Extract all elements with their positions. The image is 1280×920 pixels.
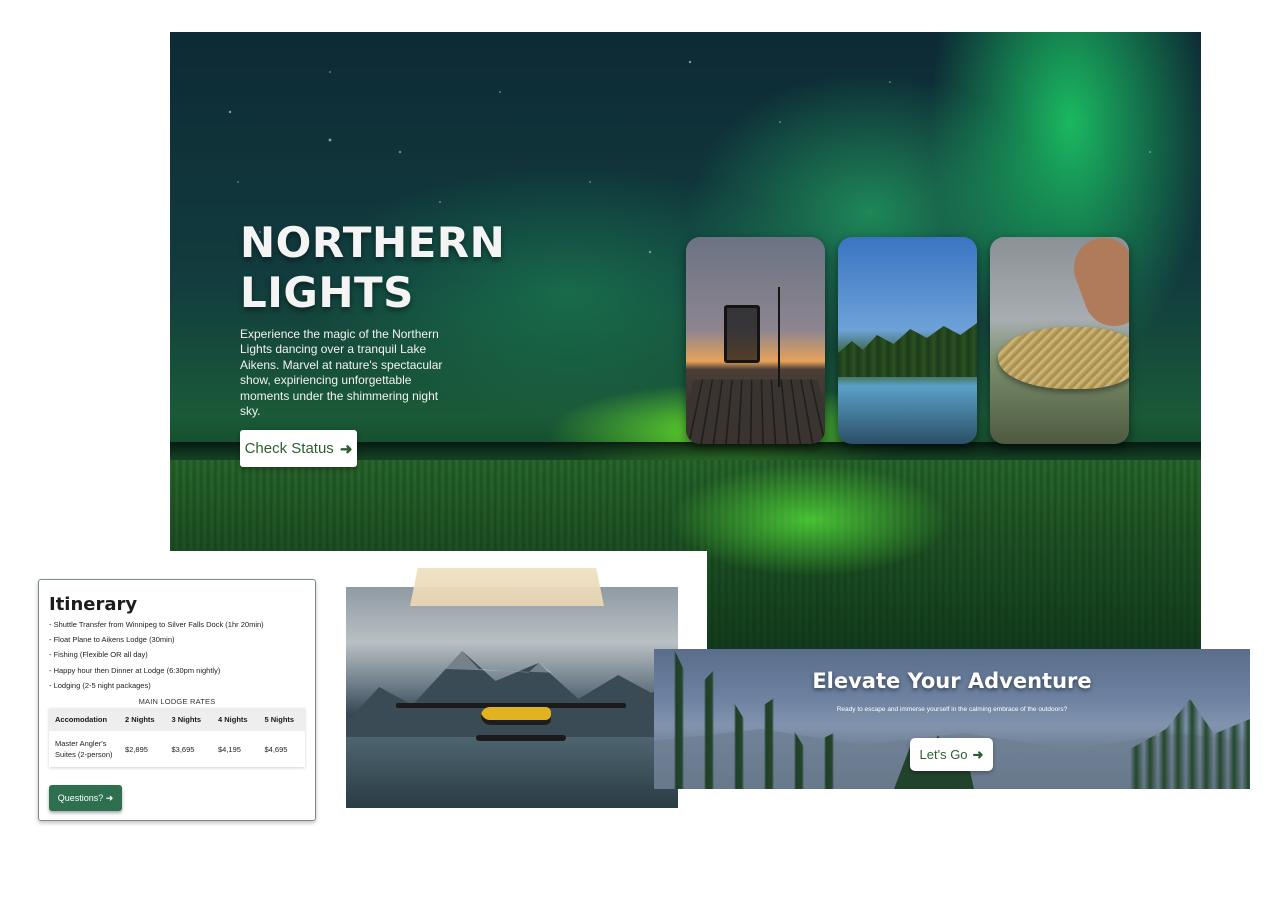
plane-float-shape — [476, 735, 566, 741]
arrow-right-icon: ➜ — [972, 746, 984, 762]
mountain-shape — [346, 651, 678, 747]
hero-title: NORTHERN LIGHTS — [240, 218, 506, 317]
list-item: - Lodging (2-5 night packages) — [49, 680, 151, 690]
dock-shape — [686, 379, 825, 444]
forest-shape — [838, 323, 977, 377]
lets-go-button[interactable]: Let's Go ➜ — [910, 738, 993, 771]
table-header: 4 Nights — [212, 708, 259, 732]
hand-shape — [1065, 237, 1129, 335]
banner-title: Elevate Your Adventure — [812, 669, 1092, 693]
float-plane-photo — [346, 587, 678, 808]
check-status-label: Check Status — [244, 440, 334, 457]
table-cell: $4,695 — [264, 744, 288, 754]
list-item: - Float Plane to Aikens Lodge (30min) — [49, 635, 175, 645]
table-header: Accomodation — [49, 708, 119, 732]
lets-go-label: Let's Go — [919, 747, 968, 762]
chair-shape — [724, 305, 760, 363]
lake-shape — [346, 737, 678, 808]
trees-right — [1130, 699, 1250, 789]
list-item: - Happy hour then Dinner at Lodge (6:30p… — [49, 665, 221, 675]
itinerary-card: Itinerary - Shuttle Transfer from Winnip… — [38, 579, 316, 821]
table-header-row: Accomodation 2 Nights 3 Nights 4 Nights … — [49, 708, 305, 732]
arrow-right-icon: ➜ — [339, 440, 353, 458]
plane-body-shape — [481, 707, 551, 725]
check-status-button[interactable]: Check Status ➜ — [240, 430, 357, 467]
table-header: 2 Nights — [119, 708, 166, 732]
rates-caption: MAIN LODGE RATES — [138, 697, 216, 707]
rates-table: Accomodation 2 Nights 3 Nights 4 Nights … — [49, 708, 305, 767]
table-header: 3 Nights — [165, 708, 212, 732]
table-cell: $2,895 — [125, 744, 148, 754]
dock-chair-sunset-photo — [686, 237, 825, 444]
itinerary-title: Itinerary — [49, 594, 138, 615]
list-item: - Shuttle Transfer from Winnipeg to Silv… — [49, 620, 264, 629]
page: NORTHERN LIGHTS Experience the magic of … — [0, 0, 1280, 920]
itinerary-list: - Shuttle Transfer from Winnipeg to Silv… — [49, 617, 305, 693]
questions-label: Questions? — [57, 793, 104, 803]
table-cell: Master Angler's Suites (2-person) — [55, 739, 113, 760]
fish-catch-photo — [990, 237, 1129, 444]
questions-button[interactable]: Questions? ➜ — [49, 785, 122, 811]
tape-decoration — [410, 568, 604, 606]
banner-subtitle: Ready to escape and immerse yourself in … — [836, 706, 1068, 713]
table-row: Master Angler's Suites (2-person) $2,895… — [49, 731, 305, 767]
elevate-banner: Elevate Your Adventure Ready to escape a… — [654, 649, 1250, 789]
fishing-rod-shape — [778, 287, 780, 387]
table-header: 5 Nights — [258, 708, 305, 732]
fish-shape — [998, 327, 1129, 389]
table-cell: $3,695 — [171, 744, 195, 754]
list-item: - Fishing (Flexible OR all day) — [49, 650, 148, 660]
forest-lake-photo — [838, 237, 977, 444]
table-cell: $4,195 — [218, 744, 241, 754]
hero-description: Experience the magic of the Northern Lig… — [240, 327, 443, 419]
arrow-right-icon: ➜ — [105, 792, 114, 803]
